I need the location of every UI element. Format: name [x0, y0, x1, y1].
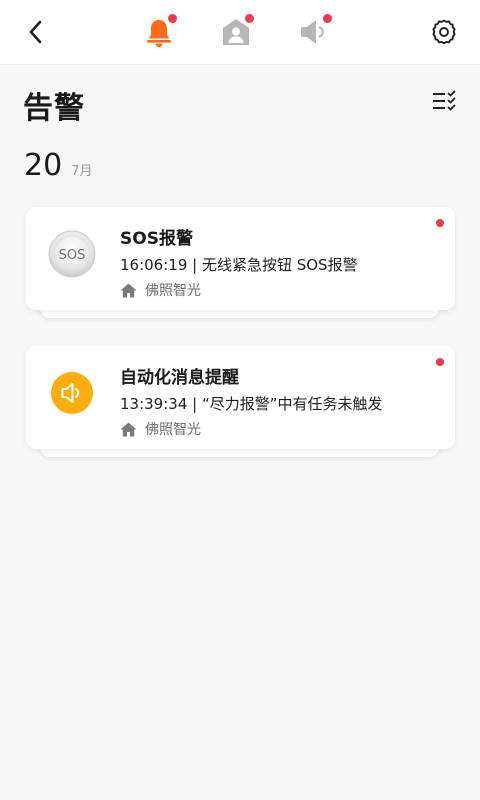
date-header: 20 7月 — [24, 148, 92, 183]
alert-title: 自动化消息提醒 — [120, 368, 239, 388]
alert-detail: 16:06:19 | 无线紧急按钮 SOS报警 — [120, 256, 358, 274]
tab-notifications[interactable] — [297, 14, 332, 49]
notifications-badge — [323, 14, 332, 23]
date-month: 7月 — [71, 164, 93, 179]
home-icon — [120, 283, 137, 297]
speaker-icon — [48, 369, 96, 417]
alert-title: SOS报警 — [120, 229, 193, 249]
alerts-badge — [168, 14, 177, 23]
alert-detail: 13:39:34 | “尽力报警”中有任务未触发 — [120, 395, 383, 413]
alert-card-body[interactable]: 自动化消息提醒 13:39:34 | “尽力报警”中有任务未触发 佛照智光 — [26, 346, 455, 449]
unread-dot — [436, 219, 444, 227]
location-name: 佛照智光 — [145, 422, 201, 438]
settings-icon[interactable] — [430, 18, 458, 46]
back-icon[interactable] — [22, 18, 50, 46]
unread-dot — [436, 358, 444, 366]
sos-icon-label: SOS — [59, 248, 86, 263]
home-icon — [120, 422, 137, 436]
home-badge — [245, 14, 254, 23]
alert-location: 佛照智光 — [120, 419, 201, 439]
page-title: 告警 — [23, 91, 85, 126]
alert-card-body[interactable]: SOS SOS报警 16:06:19 | 无线紧急按钮 SOS报警 佛照智光 — [26, 207, 455, 310]
filter-list-icon[interactable] — [432, 90, 458, 112]
location-name: 佛照智光 — [145, 283, 201, 299]
top-bar — [0, 0, 480, 65]
sos-button-icon: SOS — [48, 230, 96, 278]
tab-alerts[interactable] — [142, 14, 177, 49]
tab-home[interactable] — [219, 14, 254, 49]
alert-location: 佛照智光 — [120, 280, 201, 300]
date-day: 20 — [24, 148, 63, 183]
